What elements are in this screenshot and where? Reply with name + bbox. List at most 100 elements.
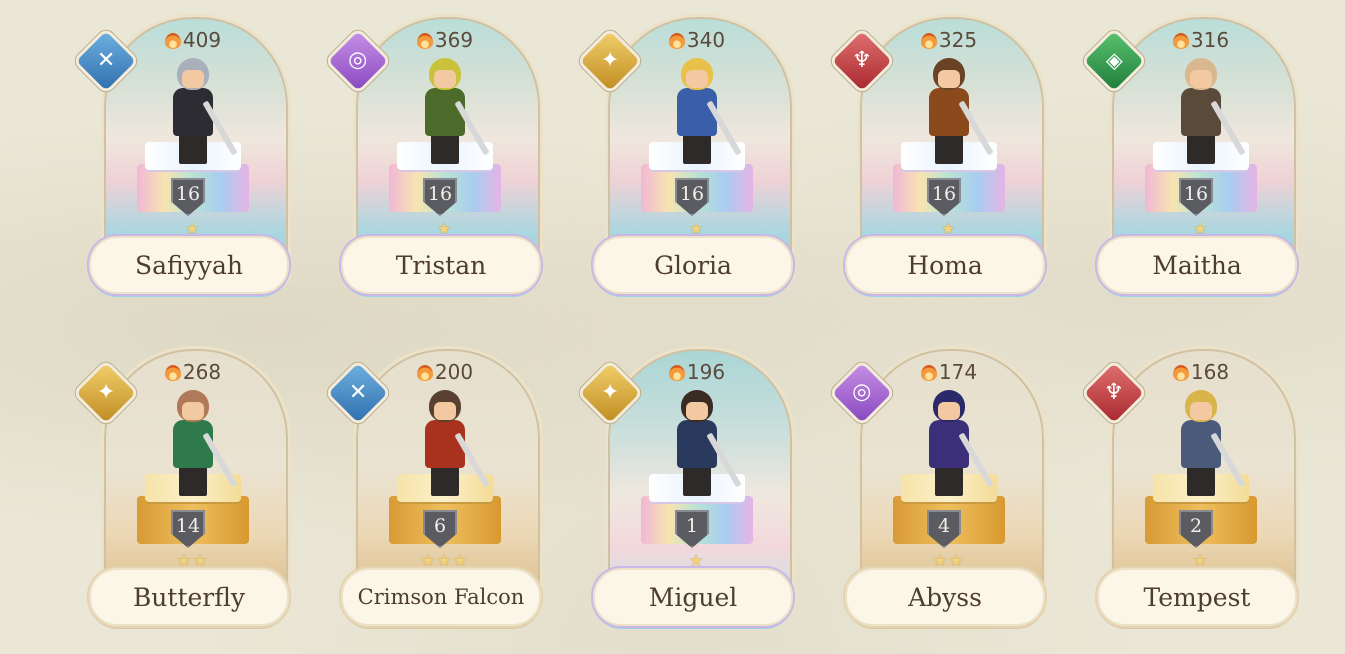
sprite-legs — [179, 134, 207, 164]
sprite-face — [938, 402, 960, 420]
sprite-face — [686, 402, 708, 420]
sprite-legs — [1187, 466, 1215, 496]
sprite-face — [434, 402, 456, 420]
hero-card[interactable]: 409 ✕ 16 ★ Safiyyah — [76, 14, 295, 294]
power-value: 174 — [851, 360, 1047, 384]
hero-name: Tempest — [1143, 582, 1251, 612]
power-number: 168 — [1190, 360, 1230, 384]
power-number: 316 — [1190, 28, 1230, 52]
sprite-legs — [935, 134, 963, 164]
power-value: 340 — [599, 28, 795, 52]
power-number: 200 — [434, 360, 474, 384]
power-value: 409 — [95, 28, 291, 52]
nameplate: Butterfly — [89, 568, 289, 626]
element-glyph: ✦ — [600, 48, 620, 73]
nameplate: Gloria — [593, 236, 793, 294]
hero-name: Homa — [907, 250, 983, 280]
hero-name: Tristan — [395, 250, 487, 280]
character-sprite — [667, 58, 742, 170]
sprite-legs — [683, 466, 711, 496]
element-glyph: ✦ — [96, 380, 116, 405]
sprite-legs — [179, 466, 207, 496]
nameplate: Homa — [845, 236, 1045, 294]
character-sprite — [919, 390, 994, 502]
nameplate: Tempest — [1097, 568, 1297, 626]
hero-name: Abyss — [908, 582, 982, 612]
power-value: 196 — [599, 360, 795, 384]
flame-icon — [1172, 365, 1189, 381]
character-sprite — [163, 390, 238, 502]
element-glyph: ✦ — [600, 380, 620, 405]
power-value: 369 — [347, 28, 543, 52]
hero-name: Miguel — [648, 582, 738, 612]
element-glyph: ♆ — [852, 47, 872, 73]
character-sprite — [667, 390, 742, 502]
nameplate: Abyss — [845, 568, 1045, 626]
hero-name: Crimson Falcon — [357, 585, 525, 609]
power-number: 369 — [434, 28, 474, 52]
element-glyph: ◈ — [1105, 47, 1123, 73]
character-sprite — [415, 390, 490, 502]
hero-name: Gloria — [654, 250, 732, 280]
hero-card[interactable]: 268 ✦ 14 ★★ Butterfly — [76, 346, 295, 626]
hero-name: Safiyyah — [135, 250, 243, 280]
sprite-legs — [935, 466, 963, 496]
power-number: 325 — [938, 28, 978, 52]
hero-card[interactable]: 174 ◎ 4 ★★ Abyss — [832, 346, 1051, 626]
sprite-face — [434, 70, 456, 88]
flame-icon — [1172, 33, 1189, 49]
element-glyph: ✕ — [96, 48, 116, 73]
sprite-legs — [431, 134, 459, 164]
character-sprite — [415, 58, 490, 170]
sprite-legs — [1187, 134, 1215, 164]
hero-card[interactable]: 369 ◎ 16 ★ Tristan — [328, 14, 547, 294]
character-sprite — [163, 58, 238, 170]
power-value: 168 — [1103, 360, 1299, 384]
sprite-face — [182, 402, 204, 420]
character-sprite — [1171, 58, 1246, 170]
sprite-legs — [683, 134, 711, 164]
hero-card[interactable]: 316 ◈ 16 ★ Maitha — [1084, 14, 1303, 294]
flame-icon — [668, 33, 685, 49]
hero-name: Butterfly — [132, 582, 246, 612]
power-number: 174 — [938, 360, 978, 384]
sprite-face — [1190, 70, 1212, 88]
sprite-face — [686, 70, 708, 88]
element-glyph: ✕ — [348, 380, 368, 405]
flame-icon — [164, 365, 181, 381]
flame-icon — [668, 365, 685, 381]
sprite-legs — [431, 466, 459, 496]
nameplate: Safiyyah — [89, 236, 289, 294]
character-sprite — [1171, 390, 1246, 502]
power-value: 325 — [851, 28, 1047, 52]
power-value: 268 — [95, 360, 291, 384]
power-value: 200 — [347, 360, 543, 384]
flame-icon — [920, 33, 937, 49]
power-number: 196 — [686, 360, 726, 384]
element-glyph: ◎ — [348, 47, 368, 73]
nameplate: Tristan — [341, 236, 541, 294]
hero-card[interactable]: 196 ✦ 1 ★ Miguel — [580, 346, 799, 626]
character-sprite — [919, 58, 994, 170]
sprite-face — [1190, 402, 1212, 420]
nameplate: Crimson Falcon — [341, 568, 541, 626]
flame-icon — [416, 365, 433, 381]
hero-card[interactable]: 200 ✕ 6 ★★★ Crimson Falcon — [328, 346, 547, 626]
power-number: 340 — [686, 28, 726, 52]
flame-icon — [920, 365, 937, 381]
sprite-face — [182, 70, 204, 88]
nameplate: Maitha — [1097, 236, 1297, 294]
power-number: 268 — [182, 360, 222, 384]
element-glyph: ◎ — [852, 379, 872, 405]
element-glyph: ♆ — [1104, 379, 1124, 405]
flame-icon — [164, 33, 181, 49]
sprite-face — [938, 70, 960, 88]
power-value: 316 — [1103, 28, 1299, 52]
flame-icon — [416, 33, 433, 49]
hero-card[interactable]: 168 ♆ 2 ★ Tempest — [1084, 346, 1303, 626]
hero-grid: 409 ✕ 16 ★ Safiyyah 369 ◎ 16 ★ Tristan 340 ✦ 16 ★ Glor… — [0, 0, 1345, 654]
power-number: 409 — [182, 28, 222, 52]
hero-name: Maitha — [1152, 250, 1242, 280]
hero-card[interactable]: 340 ✦ 16 ★ Gloria — [580, 14, 799, 294]
hero-card[interactable]: 325 ♆ 16 ★ Homa — [832, 14, 1051, 294]
